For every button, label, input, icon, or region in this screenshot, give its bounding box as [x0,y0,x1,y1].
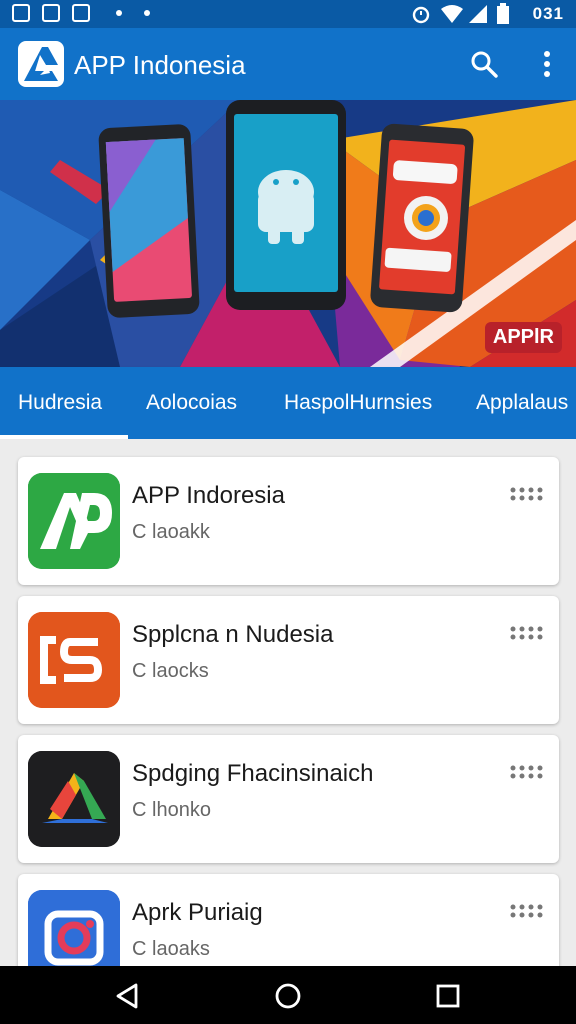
app-notification-icon [72,4,90,22]
app-icon [28,890,120,966]
battery-icon [497,3,509,24]
search-icon[interactable] [470,50,498,78]
app-bar: APP Indonesia [0,28,576,100]
banner-badge: APPlR [484,322,562,353]
tab-2[interactable]: Aolocoias [146,391,237,415]
app-subtitle: C lhonko [132,799,211,821]
tab-bar: Hudresia Aolocoias HaspolHurnsies Applal… [0,367,576,439]
phone-right [370,123,474,313]
tab-1[interactable]: Hudresia [18,391,102,415]
alarm-icon [412,6,430,24]
app-name: Aprk Puriaig [132,899,263,926]
app-subtitle: C laocks [132,660,209,682]
app-name: Spplcna n Nudesia [132,621,334,648]
app-subtitle: C laoaks [132,938,210,960]
more-options-icon[interactable] [536,50,558,80]
status-time: 031 [532,4,564,23]
app-subtitle: C laoakk [132,521,210,543]
system-nav-bar [0,966,576,1024]
photo-notification-icon [42,4,60,22]
app-title: APP Indonesia [74,50,246,80]
app-logo-icon [18,41,64,87]
image-notification-icon [12,4,30,22]
tab-4[interactable]: Applalaus [476,391,568,415]
app-name: Spdging Fhacinsinaich [132,760,374,787]
app-icon [28,751,120,847]
item-options-icon[interactable] [510,626,544,640]
item-options-icon[interactable] [510,904,544,918]
phone-left [98,124,200,318]
signal-icon [469,5,487,23]
app-name: APP Indoresia [132,482,285,509]
app-list: APP Indoresia C laoakk Spplcna n Nudesia… [0,439,576,966]
wifi-icon [441,5,463,23]
item-options-icon[interactable] [510,765,544,779]
promo-banner[interactable]: APPlR [0,100,576,367]
app-list-item[interactable]: Spplcna n Nudesia C laocks [18,596,559,724]
status-bar: 031 [0,0,576,28]
recents-icon[interactable] [434,982,462,1010]
app-icon [28,473,120,569]
item-options-icon[interactable] [510,487,544,501]
phone-center [226,100,346,310]
notification-dot-icon [116,10,122,16]
notification-dot-icon [144,10,150,16]
app-icon [28,612,120,708]
app-list-item[interactable]: APP Indoresia C laoakk [18,457,559,585]
home-icon[interactable] [274,982,302,1010]
back-icon[interactable] [114,982,142,1010]
app-list-item[interactable]: Aprk Puriaig C laoaks [18,874,559,966]
app-list-item[interactable]: Spdging Fhacinsinaich C lhonko [18,735,559,863]
tab-3[interactable]: HaspolHurnsies [284,391,432,415]
